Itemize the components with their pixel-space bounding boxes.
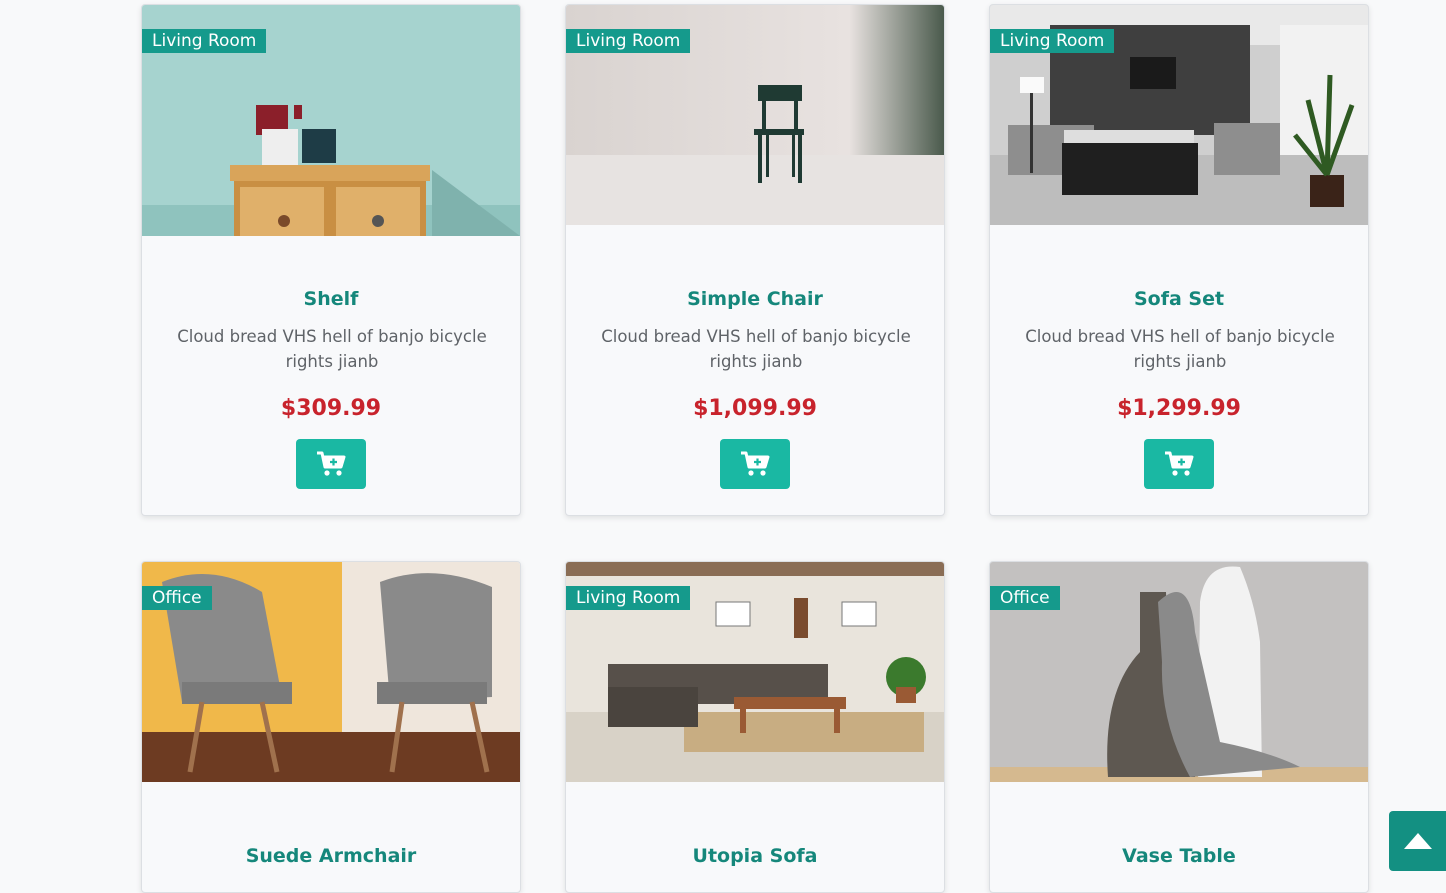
caret-up-icon [1403, 833, 1432, 849]
product-description: Cloud bread VHS hell of banjo bicycle ri… [601, 327, 911, 371]
product-price: $1,099.99 [693, 396, 817, 421]
product-title[interactable]: Vase Table [1010, 845, 1348, 867]
product-price: $1,299.99 [1117, 396, 1241, 421]
product-description: Cloud bread VHS hell of banjo bicycle ri… [177, 327, 487, 371]
add-to-cart-button[interactable] [1144, 439, 1214, 489]
product-image[interactable]: Living Room [990, 5, 1368, 225]
product-grid: Living Room Shelf Cloud bread VHS hell o… [0, 0, 1446, 893]
category-badge: Living Room [142, 29, 267, 53]
scroll-to-top-button[interactable] [1389, 811, 1446, 871]
category-badge: Living Room [566, 29, 691, 53]
product-image[interactable]: Living Room [566, 5, 944, 225]
cart-plus-icon [741, 451, 770, 476]
product-image[interactable]: Office [990, 562, 1368, 782]
product-image[interactable]: Living Room [142, 5, 520, 236]
card-body: Utopia Sofa [566, 782, 944, 867]
category-badge: Office [142, 586, 212, 610]
product-card-utopia-sofa: Living Room Utopia Sofa [565, 561, 945, 893]
product-price: $309.99 [280, 396, 382, 421]
card-body: Sofa Set Cloud bread VHS hell of banjo b… [990, 225, 1368, 489]
add-to-cart-button[interactable] [296, 439, 366, 489]
product-card-vase-table: Office Vase Table [989, 561, 1369, 893]
product-title[interactable]: Utopia Sofa [586, 845, 924, 867]
category-badge: Office [990, 586, 1060, 610]
product-title[interactable]: Suede Armchair [162, 845, 500, 867]
product-title[interactable]: Simple Chair [586, 288, 924, 310]
product-card-simple-chair: Living Room Simple Chair Cloud bread VHS… [565, 4, 945, 516]
product-image[interactable]: Office [142, 562, 520, 782]
card-body: Suede Armchair [142, 782, 520, 867]
product-card-shelf: Living Room Shelf Cloud bread VHS hell o… [141, 4, 521, 516]
cart-plus-icon [317, 451, 346, 476]
card-body: Simple Chair Cloud bread VHS hell of ban… [566, 225, 944, 489]
product-card-sofa-set: Living Room Sofa Set Cloud bread VHS hel… [989, 4, 1369, 516]
product-title[interactable]: Shelf [162, 288, 500, 310]
add-to-cart-button[interactable] [720, 439, 790, 489]
product-card-suede-armchair: Office Suede Armchair [141, 561, 521, 893]
cart-plus-icon [1165, 451, 1194, 476]
product-image[interactable]: Living Room [566, 562, 944, 782]
category-badge: Living Room [566, 586, 691, 610]
product-description: Cloud bread VHS hell of banjo bicycle ri… [1025, 327, 1335, 371]
category-badge: Living Room [990, 29, 1115, 53]
card-body: Shelf Cloud bread VHS hell of banjo bicy… [142, 236, 520, 489]
card-body: Vase Table [990, 782, 1368, 867]
product-title[interactable]: Sofa Set [1010, 288, 1348, 310]
